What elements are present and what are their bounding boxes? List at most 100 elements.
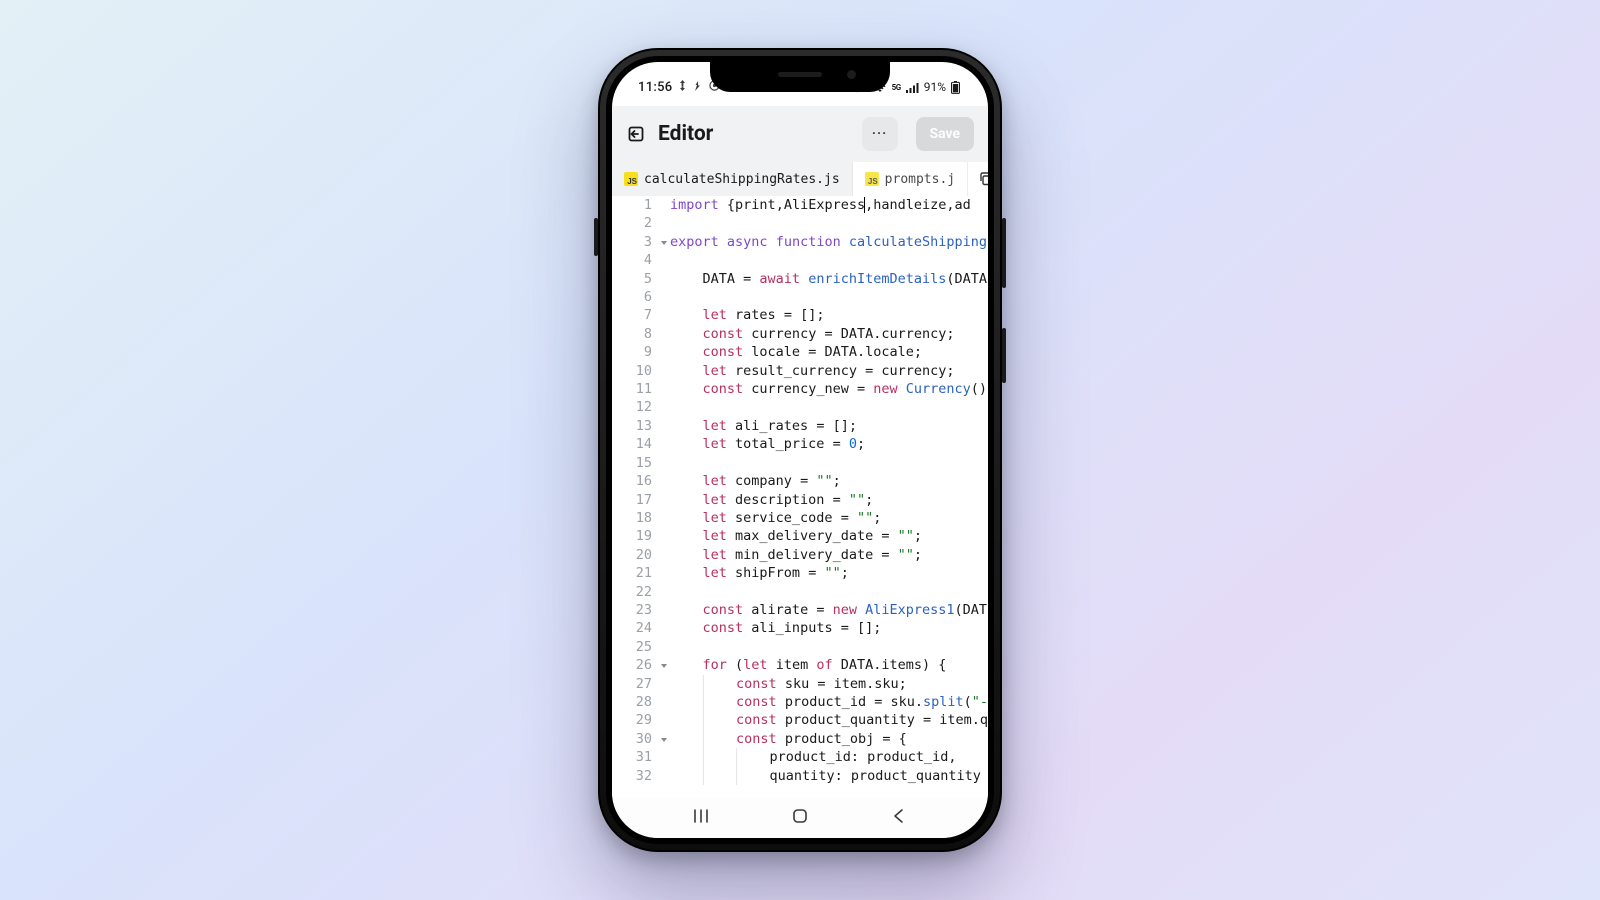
code-line[interactable]: 7 let rates = []; xyxy=(612,306,988,324)
clock: 11:56 xyxy=(638,80,672,95)
code-content: const alirate = new AliExpress1(DAT xyxy=(660,601,987,619)
code-line[interactable]: 1import {print,AliExpress,handleize,ad xyxy=(612,196,988,214)
line-number: 13 xyxy=(612,417,660,435)
phone-button-left xyxy=(594,218,598,256)
code-line[interactable]: 23 const alirate = new AliExpress1(DAT xyxy=(612,601,988,619)
code-content: const currency = DATA.currency; xyxy=(660,325,955,343)
code-line[interactable]: 20 let min_delivery_date = ""; xyxy=(612,546,988,564)
line-number: 9 xyxy=(612,343,660,361)
code-editor[interactable]: 1import {print,AliExpress,handleize,ad23… xyxy=(612,196,988,798)
code-line[interactable]: 5 DATA = await enrichItemDetails(DATA xyxy=(612,270,988,288)
phone-frame: 11:56 xyxy=(598,48,1002,852)
phone-button-right-1 xyxy=(1002,218,1006,288)
tab-active-label: calculateShippingRates.js xyxy=(644,172,840,187)
code-content xyxy=(660,288,670,306)
code-content: let result_currency = currency; xyxy=(660,362,955,380)
copy-button[interactable] xyxy=(968,162,988,196)
back-icon[interactable] xyxy=(626,124,646,144)
code-line[interactable]: 27 const sku = item.sku; xyxy=(612,675,988,693)
nav-home-icon[interactable] xyxy=(791,807,809,829)
code-content: let shipFrom = ""; xyxy=(660,564,849,582)
code-line[interactable]: 28 const product_id = sku.split("- xyxy=(612,693,988,711)
code-line[interactable]: 10 let result_currency = currency; xyxy=(612,362,988,380)
code-line[interactable]: 26 for (let item of DATA.items) { xyxy=(612,656,988,674)
android-nav-bar xyxy=(612,798,988,838)
code-line[interactable]: 18 let service_code = ""; xyxy=(612,509,988,527)
tab-active[interactable]: JS calculateShippingRates.js xyxy=(612,162,853,196)
code-line[interactable]: 6 xyxy=(612,288,988,306)
code-line[interactable]: 2 xyxy=(612,214,988,232)
line-number: 1 xyxy=(612,196,660,214)
line-number: 32 xyxy=(612,767,660,785)
tab-bar: JS calculateShippingRates.js JS prompts.… xyxy=(612,162,988,197)
line-number: 7 xyxy=(612,306,660,324)
nav-back-icon[interactable] xyxy=(890,807,908,829)
line-number: 10 xyxy=(612,362,660,380)
code-content: let description = ""; xyxy=(660,491,873,509)
code-content: let ali_rates = []; xyxy=(660,417,857,435)
code-line[interactable]: 30 const product_obj = { xyxy=(612,730,988,748)
line-number: 24 xyxy=(612,619,660,637)
code-line[interactable]: 9 const locale = DATA.locale; xyxy=(612,343,988,361)
code-line[interactable]: 16 let company = ""; xyxy=(612,472,988,490)
signal-icon xyxy=(906,82,919,93)
code-content xyxy=(660,398,670,416)
more-button[interactable]: ··· xyxy=(862,117,898,151)
line-number: 16 xyxy=(612,472,660,490)
line-number: 11 xyxy=(612,380,660,398)
line-number: 27 xyxy=(612,675,660,693)
page-background: 11:56 xyxy=(0,0,1600,900)
code-line[interactable]: 4 xyxy=(612,251,988,269)
battery-icon xyxy=(951,81,960,94)
line-number: 6 xyxy=(612,288,660,306)
line-number: 20 xyxy=(612,546,660,564)
code-content: let rates = []; xyxy=(660,306,824,324)
code-content: let service_code = ""; xyxy=(660,509,881,527)
code-line[interactable]: 25 xyxy=(612,638,988,656)
code-content xyxy=(660,583,670,601)
code-content: let company = ""; xyxy=(660,472,841,490)
code-line[interactable]: 19 let max_delivery_date = ""; xyxy=(612,527,988,545)
code-line[interactable]: 22 xyxy=(612,583,988,601)
code-line[interactable]: 14 let total_price = 0; xyxy=(612,435,988,453)
code-line[interactable]: 29 const product_quantity = item.q xyxy=(612,711,988,729)
code-line[interactable]: 32 quantity: product_quantity xyxy=(612,767,988,785)
line-number: 2 xyxy=(612,214,660,232)
code-content: const product_obj = { xyxy=(660,730,907,748)
nav-recents-icon[interactable] xyxy=(692,807,710,829)
code-line[interactable]: 13 let ali_rates = []; xyxy=(612,417,988,435)
line-number: 23 xyxy=(612,601,660,619)
line-number: 18 xyxy=(612,509,660,527)
line-number: 12 xyxy=(612,398,660,416)
code-line[interactable]: 11 const currency_new = new Currency() xyxy=(612,380,988,398)
more-icon: ··· xyxy=(872,126,887,142)
code-line[interactable]: 24 const ali_inputs = []; xyxy=(612,619,988,637)
phone-button-right-2 xyxy=(1002,328,1006,383)
code-content: quantity: product_quantity xyxy=(660,767,981,785)
phone-screen: 11:56 xyxy=(612,62,988,838)
line-number: 29 xyxy=(612,711,660,729)
line-number: 22 xyxy=(612,583,660,601)
phone-notch xyxy=(710,62,890,92)
line-number: 15 xyxy=(612,454,660,472)
line-number: 21 xyxy=(612,564,660,582)
code-content: let total_price = 0; xyxy=(660,435,865,453)
code-line[interactable]: 3export async function calculateShipping xyxy=(612,233,988,251)
save-button[interactable]: Save xyxy=(916,117,974,151)
code-content: const currency_new = new Currency() xyxy=(660,380,987,398)
line-number: 28 xyxy=(612,693,660,711)
code-content: const product_id = sku.split("- xyxy=(660,693,988,711)
tab-inactive-label: prompts.j xyxy=(885,172,955,187)
code-line[interactable]: 12 xyxy=(612,398,988,416)
line-number: 25 xyxy=(612,638,660,656)
code-line[interactable]: 21 let shipFrom = ""; xyxy=(612,564,988,582)
code-content xyxy=(660,454,670,472)
tab-inactive[interactable]: JS prompts.j xyxy=(853,162,968,196)
code-line[interactable]: 17 let description = ""; xyxy=(612,491,988,509)
battery-text: 91% xyxy=(924,80,946,94)
code-line[interactable]: 15 xyxy=(612,454,988,472)
js-file-icon: JS xyxy=(624,172,638,186)
code-content xyxy=(660,638,670,656)
code-line[interactable]: 31 product_id: product_id, xyxy=(612,748,988,766)
code-line[interactable]: 8 const currency = DATA.currency; xyxy=(612,325,988,343)
